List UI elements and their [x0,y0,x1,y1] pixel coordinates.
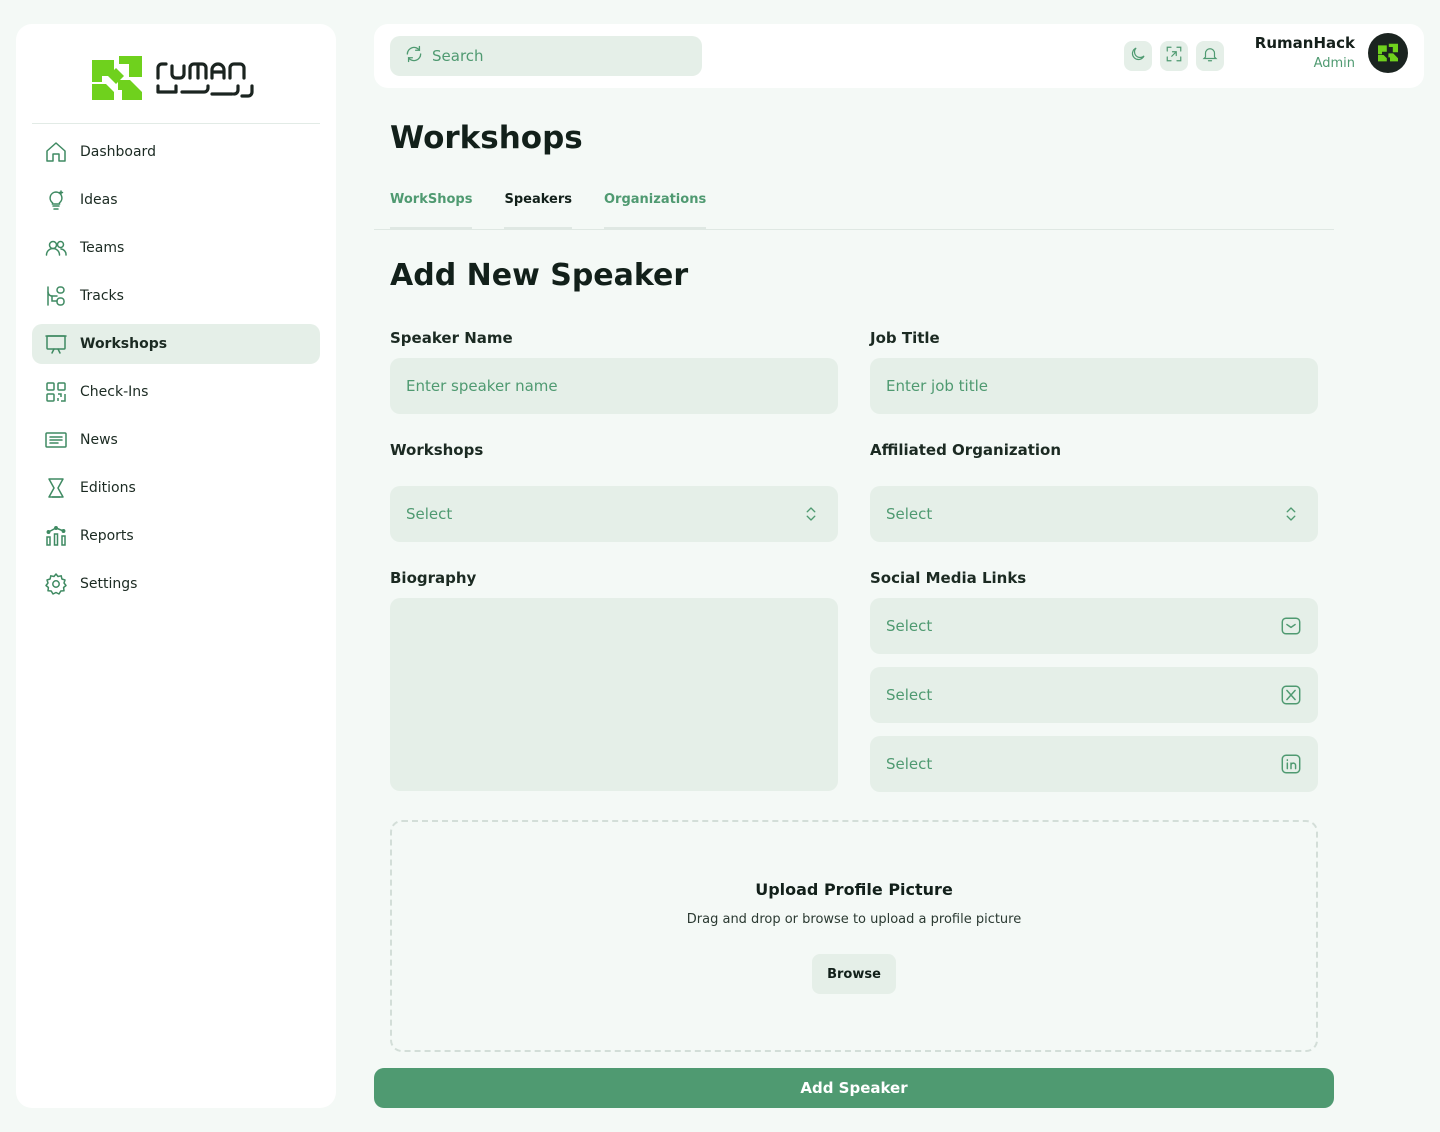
sidebar-nav: Dashboard Ideas Teams Tracks Workshops C… [32,132,320,612]
user-name: RumanHack [1254,34,1355,52]
sidebar-item-teams[interactable]: Teams [32,228,320,268]
organization-select-value: Select [886,505,933,523]
sidebar-item-dashboard[interactable]: Dashboard [32,132,320,172]
job-title-field[interactable]: Enter job title [870,358,1318,414]
moon-icon [1129,45,1147,67]
sidebar: Dashboard Ideas Teams Tracks Workshops C… [16,24,336,1108]
sidebar-item-label: Reports [80,528,134,544]
x-icon [1280,684,1302,706]
tab-workshops[interactable]: WorkShops [390,192,473,230]
page-title: Workshops [390,120,583,156]
workshops-label: Workshops [390,441,484,459]
sidebar-item-label: Dashboard [80,144,156,160]
trophy-icon [44,476,68,500]
chevron-up-down-icon [1280,503,1302,525]
upload-description: Drag and drop or browse to upload a prof… [686,912,1022,927]
tabs: WorkShops Speakers Organizations [390,192,738,230]
sidebar-item-check-ins[interactable]: Check-Ins [32,372,320,412]
search-placeholder: Search [432,47,484,65]
scan-button[interactable] [1160,41,1188,71]
job-title-label: Job Title [870,329,940,347]
tabs-divider [374,229,1334,230]
avatar[interactable] [1368,33,1408,73]
user-info[interactable]: RumanHack Admin [1255,34,1355,71]
sidebar-item-tracks[interactable]: Tracks [32,276,320,316]
organization-label: Affiliated Organization [870,441,1062,459]
speaker-name-placeholder: Enter speaker name [406,377,558,395]
search-input[interactable]: Search [390,36,702,76]
sidebar-item-workshops[interactable]: Workshops [32,324,320,364]
sidebar-item-label: Settings [80,576,138,592]
sidebar-item-label: Teams [80,240,125,256]
divider [32,123,320,124]
notifications-button[interactable] [1196,41,1224,71]
gear-icon [44,572,68,596]
speaker-name-field[interactable]: Enter speaker name [390,358,838,414]
scan-icon [1165,45,1183,67]
social-links-label: Social Media Links [870,569,1027,587]
workshops-select-value: Select [406,505,453,523]
qr-code-icon [44,380,68,404]
chevron-up-down-icon [800,503,822,525]
sidebar-item-label: Check-Ins [80,384,149,400]
social-link-linkedin[interactable]: Select [870,736,1318,792]
lightbulb-icon [44,188,68,212]
organization-select[interactable]: Select [870,486,1318,542]
user-role: Admin [1313,56,1355,71]
dark-mode-button[interactable] [1124,41,1152,71]
upload-dropzone[interactable]: Upload Profile Picture Drag and drop or … [390,820,1318,1052]
sidebar-item-label: Tracks [80,288,124,304]
home-icon [44,140,68,164]
job-title-placeholder: Enter job title [886,377,988,395]
bell-icon [1201,45,1219,67]
social-link-value: Select [886,755,933,773]
newspaper-icon [44,428,68,452]
email-icon [1280,615,1302,637]
speaker-name-label: Speaker Name [390,329,513,347]
browse-button[interactable]: Browse [812,954,896,994]
sidebar-item-settings[interactable]: Settings [32,564,320,604]
topbar: Search RumanHack Admin [374,24,1424,88]
search-icon [404,44,424,68]
linkedin-icon [1280,753,1302,775]
add-speaker-button[interactable]: Add Speaker [374,1068,1334,1108]
biography-label: Biography [390,569,477,587]
topbar-actions [1124,41,1232,71]
sidebar-item-label: Workshops [80,336,168,352]
sidebar-item-reports[interactable]: Reports [32,516,320,556]
sidebar-item-label: Editions [80,480,136,496]
social-link-x[interactable]: Select [870,667,1318,723]
section-title: Add New Speaker [390,258,689,293]
ruman-logo[interactable] [92,56,262,102]
biography-textarea[interactable] [390,598,838,791]
sidebar-item-label: Ideas [80,192,118,208]
social-link-value: Select [886,617,933,635]
sidebar-item-label: News [80,432,118,448]
chart-icon [44,524,68,548]
upload-title: Upload Profile Picture [755,880,953,899]
users-icon [44,236,68,260]
presentation-icon [44,332,68,356]
tab-organizations[interactable]: Organizations [604,192,707,230]
social-link-email[interactable]: Select [870,598,1318,654]
social-link-value: Select [886,686,933,704]
sidebar-item-ideas[interactable]: Ideas [32,180,320,220]
tracks-icon [44,284,68,308]
sidebar-item-editions[interactable]: Editions [32,468,320,508]
tab-speakers[interactable]: Speakers [504,192,572,230]
logo-mark-icon [1378,43,1398,62]
sidebar-item-news[interactable]: News [32,420,320,460]
workshops-select[interactable]: Select [390,486,838,542]
